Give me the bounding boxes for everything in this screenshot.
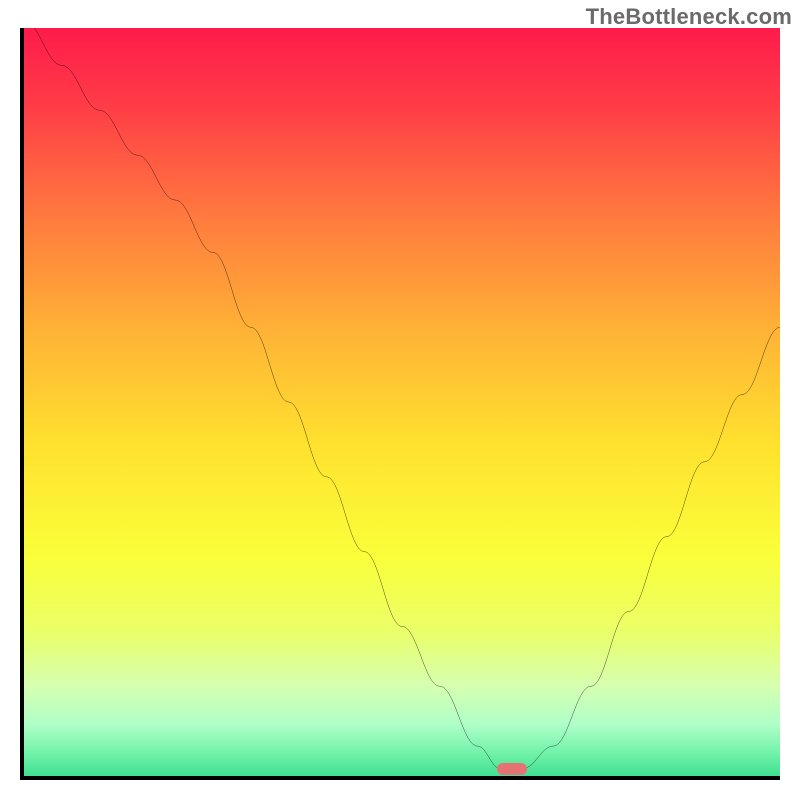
- bottleneck-curve: [24, 28, 780, 769]
- chart-container: TheBottleneck.com: [0, 0, 800, 800]
- watermark-label: TheBottleneck.com: [586, 4, 792, 30]
- optimum-marker: [497, 763, 527, 775]
- plot-area: [20, 28, 780, 780]
- curve-overlay: [24, 28, 780, 776]
